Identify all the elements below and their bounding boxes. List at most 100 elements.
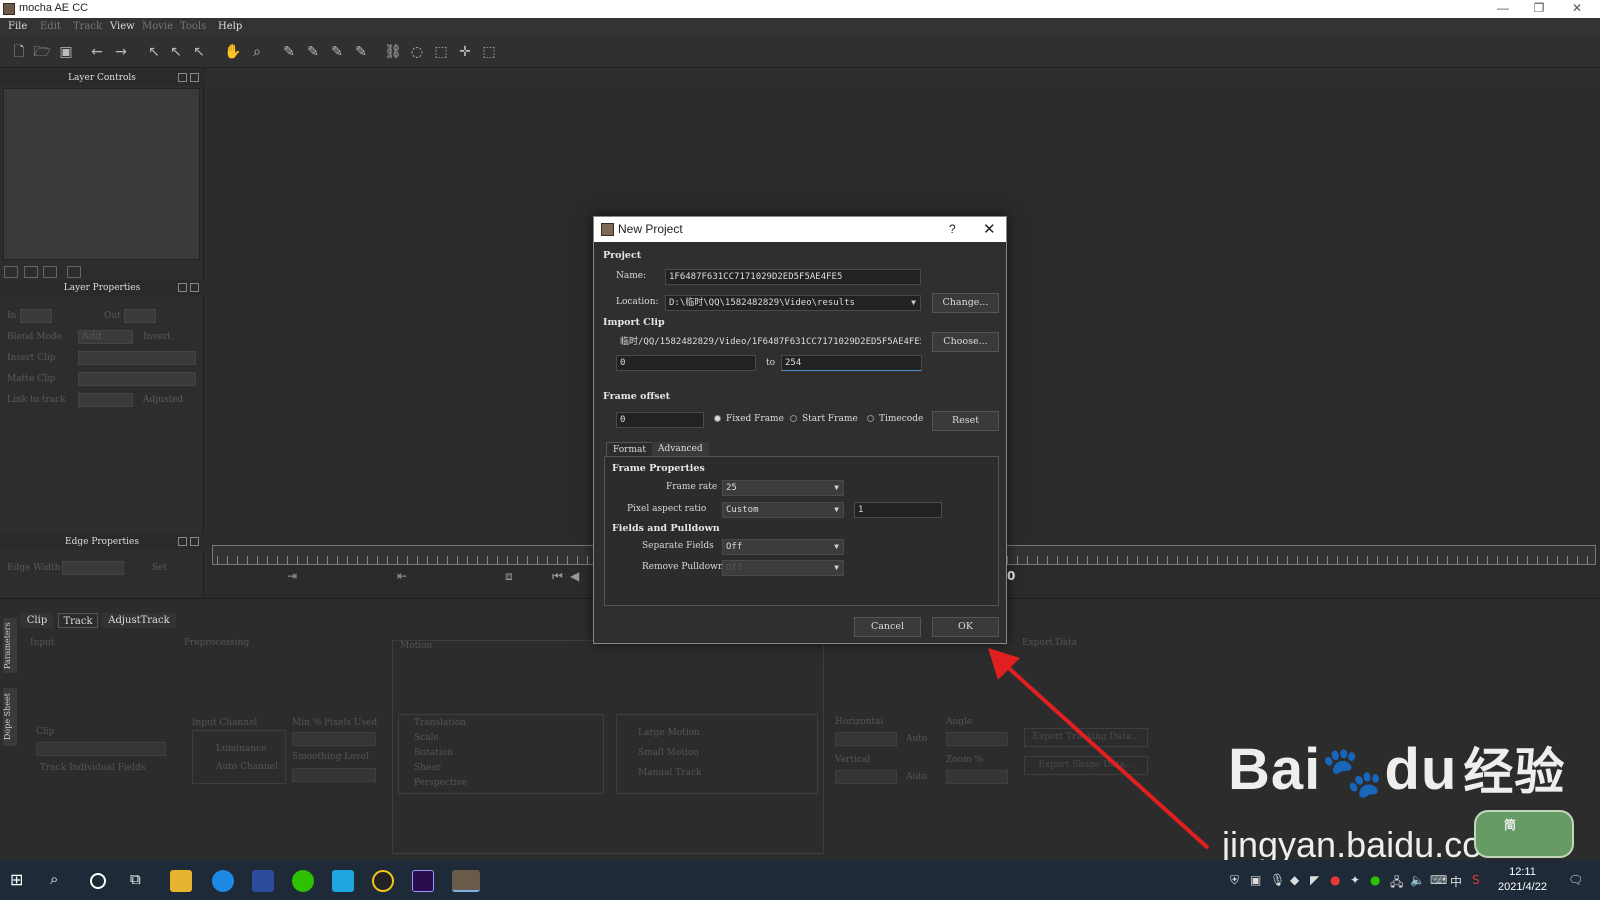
ok-button[interactable]: OK [932, 617, 999, 637]
luminance-radio[interactable]: Luminance [216, 744, 267, 754]
float-panel-icon[interactable] [178, 73, 187, 82]
close-panel-icon[interactable] [190, 73, 199, 82]
perspective-checkbox[interactable]: Perspective [414, 778, 467, 788]
frame-offset-input[interactable]: 0 [616, 412, 704, 428]
redo-icon[interactable]: → [112, 43, 130, 61]
tab-adjusttrack[interactable]: AdjustTrack [102, 613, 176, 628]
smoothing-level-field[interactable] [292, 768, 376, 782]
menu-edit[interactable]: Edit [40, 21, 61, 32]
clip-path-field[interactable]: 临时/QQ/1582482829/Video/1F6487F631CC71710… [616, 334, 922, 350]
translation-checkbox[interactable]: Translation [414, 718, 466, 728]
surface-tool-icon[interactable]: ⬚ [480, 43, 498, 61]
qq-icon[interactable] [372, 870, 394, 892]
tray-app3-icon[interactable]: ✦ [1350, 873, 1360, 887]
parameters-side-tab[interactable]: Parameters [3, 618, 17, 673]
menu-movie[interactable]: Movie [142, 21, 173, 32]
fixed-frame-radio[interactable]: Fixed Frame [714, 414, 784, 424]
tray-record-icon[interactable]: ● [1330, 873, 1340, 887]
move-tool-icon[interactable]: ✛ [456, 43, 474, 61]
vertical-field[interactable] [835, 770, 897, 784]
menu-track[interactable]: Track [73, 21, 102, 32]
lasso-tool-icon[interactable]: ◌ [408, 43, 426, 61]
app-icon-cyan[interactable] [332, 870, 354, 892]
step-back-icon[interactable]: ◀ [570, 569, 579, 583]
close-icon[interactable]: ✕ [983, 220, 996, 238]
tray-ime-mode[interactable]: 中 [1450, 873, 1462, 890]
timecode-radio[interactable]: Timecode [867, 414, 923, 424]
in-field[interactable] [20, 309, 52, 323]
select-tool-icon[interactable]: ↖ [145, 43, 163, 61]
tray-volume-icon[interactable]: 🔈 [1410, 873, 1425, 887]
tray-mic-icon[interactable]: 🎙 [1270, 873, 1285, 887]
minimize-button[interactable]: — [1488, 1, 1518, 15]
tray-ime-icon[interactable]: ⌨ [1430, 873, 1447, 887]
menu-tools[interactable]: Tools [180, 21, 206, 32]
scale-checkbox[interactable]: Scale [414, 733, 439, 743]
dope-sheet-side-tab[interactable]: Dope Sheet [3, 688, 17, 746]
edge-set-button[interactable]: Set [152, 563, 167, 573]
tray-nvidia-icon[interactable]: ◤ [1310, 873, 1319, 887]
large-motion-radio[interactable]: Large Motion [638, 728, 700, 738]
layer-list[interactable] [3, 88, 200, 260]
menu-view[interactable]: View [110, 21, 135, 32]
horizontal-field[interactable] [835, 732, 897, 746]
tray-sogou-icon[interactable]: S [1472, 873, 1480, 887]
select-add-tool-icon[interactable]: ↖ [190, 43, 208, 61]
auto-channel-radio[interactable]: Auto Channel [216, 762, 278, 772]
taskbar-clock[interactable]: 12:11 2021/4/22 [1498, 865, 1547, 895]
tab-advanced[interactable]: Advanced [652, 442, 709, 457]
xspline-add-tool-icon[interactable]: ✎ [304, 43, 322, 61]
hand-tool-icon[interactable]: ✋ [224, 43, 242, 61]
link-tool-icon[interactable]: ⛓ [384, 43, 402, 61]
pixel-aspect-ratio-select[interactable]: Custom ▼ [722, 502, 844, 518]
save-icon[interactable]: ▣ [57, 43, 75, 61]
undo-icon[interactable]: ← [88, 43, 106, 61]
set-in-point-icon[interactable]: ⇥ [287, 569, 297, 583]
tab-format[interactable]: Format [606, 442, 653, 457]
tray-app-icon[interactable]: ▣ [1250, 873, 1261, 887]
add-layer-icon[interactable] [4, 266, 18, 278]
remove-pulldown-select[interactable]: Off ▼ [722, 560, 844, 576]
range-end-input[interactable]: 254 [781, 355, 922, 371]
cortana-icon[interactable] [90, 873, 106, 889]
layer-options-icon[interactable] [67, 266, 81, 278]
vertical-auto-checkbox[interactable]: Auto [906, 772, 927, 782]
location-select[interactable]: D:\临时\QQ\1582482829\Video\results ▼ [665, 295, 921, 311]
edge-browser-icon[interactable] [212, 870, 234, 892]
pixel-aspect-ratio-input[interactable]: 1 [854, 502, 942, 518]
file-explorer-icon[interactable] [170, 870, 192, 892]
menu-help[interactable]: Help [218, 21, 242, 32]
project-name-input[interactable]: 1F6487F631CC7171029D2ED5F5AE4FE5 [665, 269, 921, 285]
after-effects-icon[interactable] [412, 870, 434, 892]
start-frame-radio[interactable]: Start Frame [790, 414, 858, 424]
change-location-button[interactable]: Change... [932, 293, 999, 313]
mocha-icon[interactable] [452, 870, 480, 892]
adjusted-checkbox-label[interactable]: Adjusted [143, 395, 183, 405]
link-to-track-select[interactable] [78, 393, 133, 407]
set-out-point-icon[interactable]: ⇤ [397, 569, 407, 583]
rotation-checkbox[interactable]: Rotation [414, 748, 453, 758]
shear-checkbox[interactable]: Shear [414, 763, 441, 773]
tray-app2-icon[interactable]: ◆ [1290, 873, 1299, 887]
reset-button[interactable]: Reset [932, 411, 999, 431]
tray-wechat-icon[interactable]: ● [1370, 873, 1380, 887]
blend-mode-select[interactable]: Add [78, 330, 133, 344]
xspline-tool-icon[interactable]: ✎ [280, 43, 298, 61]
tab-clip[interactable]: Clip [20, 613, 54, 628]
help-button[interactable]: ? [949, 222, 956, 236]
float-panel-icon[interactable] [178, 283, 187, 292]
clip-select[interactable] [36, 742, 166, 756]
out-field[interactable] [124, 309, 156, 323]
zoom-tool-icon[interactable]: ⌕ [248, 43, 266, 61]
search-icon[interactable]: ⌕ [50, 870, 72, 892]
bezier-add-tool-icon[interactable]: ✎ [352, 43, 370, 61]
small-motion-radio[interactable]: Small Motion [638, 748, 699, 758]
select-b-tool-icon[interactable]: ↖ [167, 43, 185, 61]
tray-shield-icon[interactable]: ⛨ [1230, 873, 1239, 888]
track-individual-fields-checkbox[interactable]: Track Individual Fields [40, 763, 145, 773]
edge-width-field[interactable] [62, 561, 124, 575]
min-pixels-used-field[interactable] [292, 732, 376, 746]
app-icon-blue[interactable] [252, 870, 274, 892]
restore-button[interactable]: ❐ [1524, 1, 1554, 15]
separate-fields-select[interactable]: Off ▼ [722, 539, 844, 555]
